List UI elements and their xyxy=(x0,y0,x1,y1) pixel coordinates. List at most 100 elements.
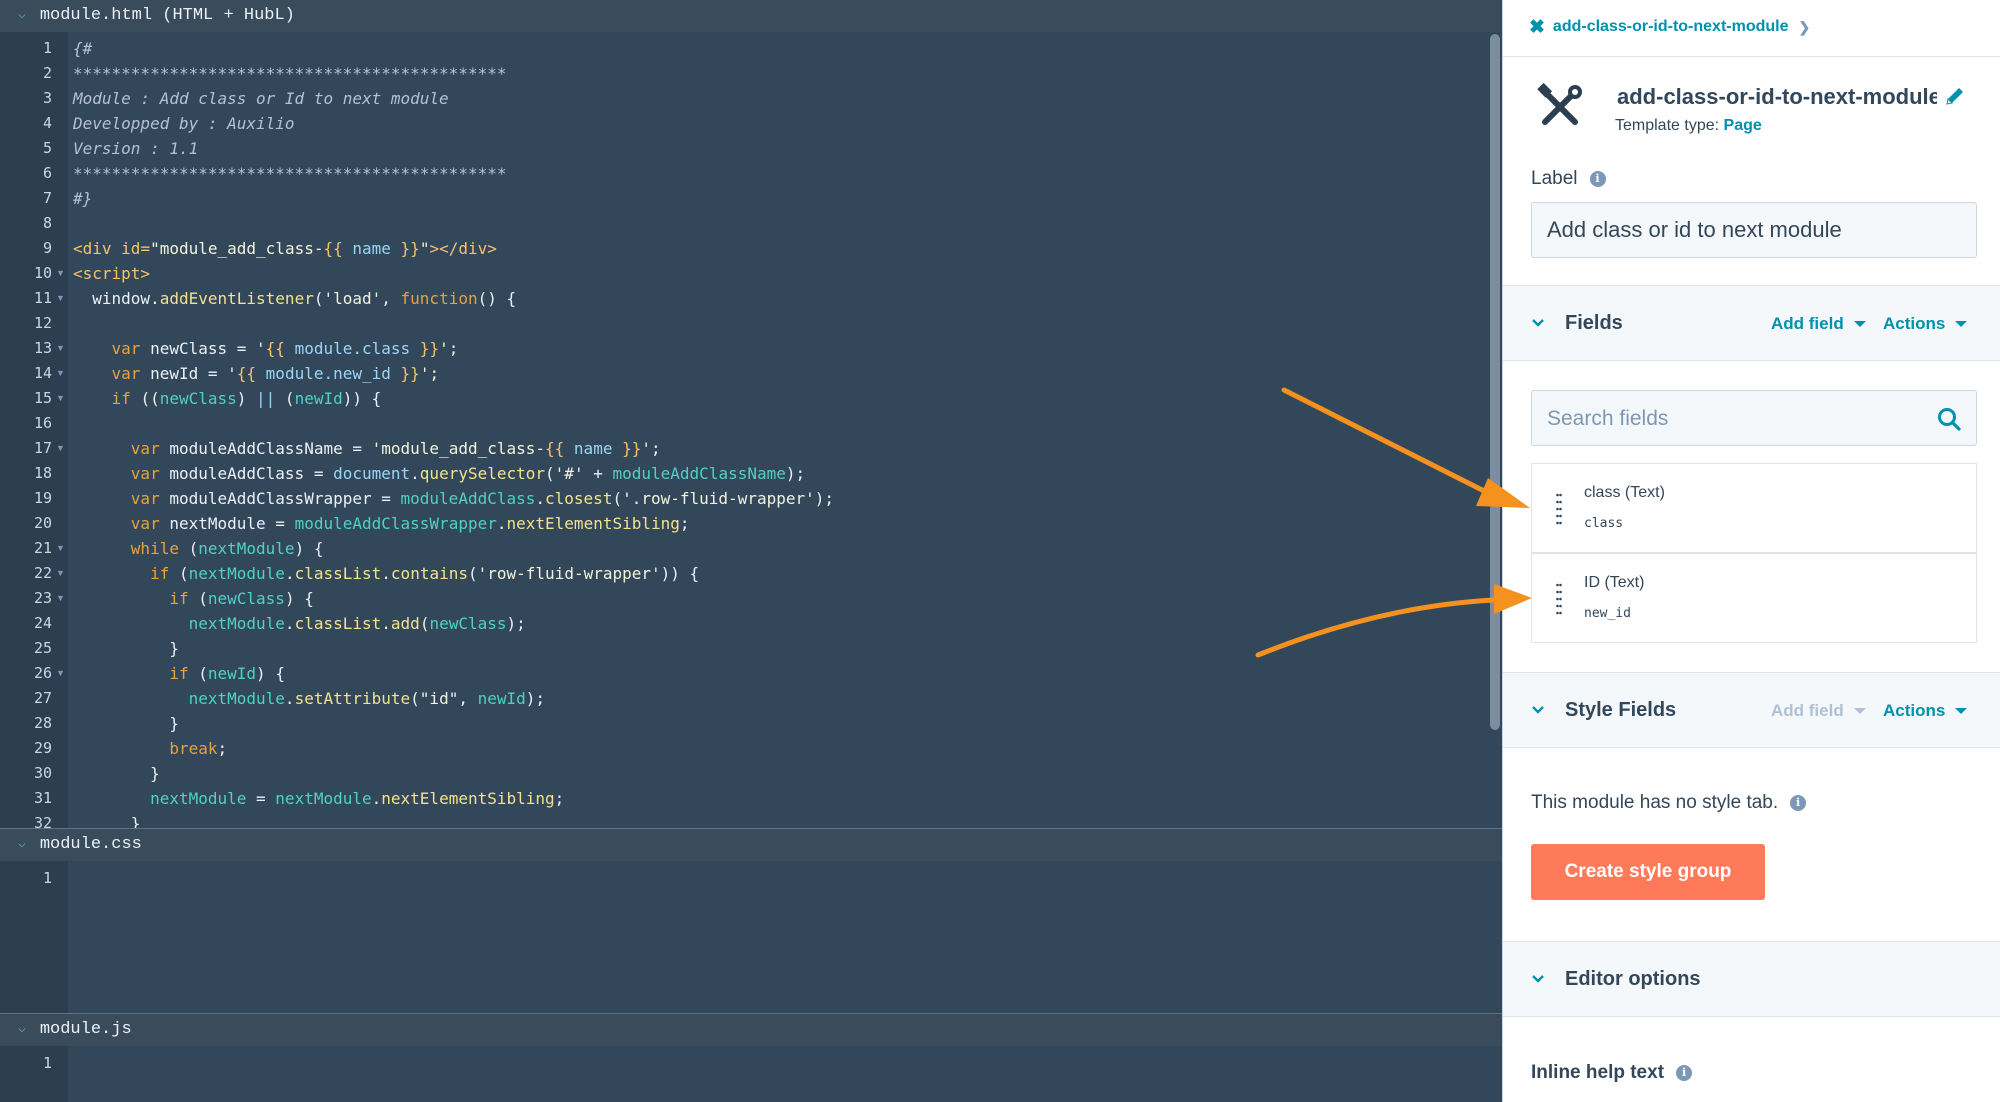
code-line[interactable]: ****************************************… xyxy=(73,61,506,86)
code-line[interactable]: Version : 1.1 xyxy=(73,136,198,161)
code-line[interactable]: var moduleAddClass = document.querySelec… xyxy=(73,461,805,486)
code-token: var xyxy=(73,489,170,508)
html-pane-header[interactable]: ⌵ module.html (HTML + HubL) xyxy=(0,0,1502,32)
code-token: '.row-fluid-wrapper' xyxy=(622,489,815,508)
code-token: "module_add_class- xyxy=(150,239,324,258)
chevron-down-icon[interactable] xyxy=(1531,703,1545,717)
chevron-down-icon[interactable] xyxy=(1531,972,1545,986)
drag-handle-icon[interactable] xyxy=(1556,492,1562,526)
search-icon[interactable] xyxy=(1936,406,1962,432)
chevron-down-icon[interactable] xyxy=(1531,316,1545,330)
line-number: 23 xyxy=(33,589,52,607)
field-item-id[interactable]: ID (Text) new_id xyxy=(1531,553,1977,643)
create-style-group-button[interactable]: Create style group xyxy=(1531,844,1765,900)
code-token: nextModule xyxy=(73,614,285,633)
code-line[interactable]: var newClass = '{{ module.class }}'; xyxy=(73,336,459,361)
code-line[interactable]: <script> xyxy=(73,261,150,286)
code-line[interactable]: } xyxy=(73,811,141,828)
fields-section-header[interactable]: Fields Add field Actions xyxy=(1503,285,2000,361)
editor-options-section-header[interactable]: Editor options xyxy=(1503,941,2000,1017)
code-token: '; xyxy=(641,439,661,458)
code-token: newId xyxy=(207,664,257,683)
css-pane-header[interactable]: ⌵ module.css xyxy=(0,829,1502,861)
code-line[interactable]: var newId = '{{ module.new_id }}'; xyxy=(73,361,440,386)
js-code-area[interactable] xyxy=(68,1046,1502,1102)
code-line[interactable]: while (nextModule) { xyxy=(73,536,324,561)
line-number: 3 xyxy=(42,89,52,107)
code-token: . xyxy=(284,614,295,633)
code-line[interactable]: if (nextModule.classList.contains('row-f… xyxy=(73,561,699,586)
code-line[interactable]: nextModule.classList.add(newClass); xyxy=(73,611,526,636)
code-line[interactable]: Module : Add class or Id to next module xyxy=(73,86,449,111)
info-icon[interactable]: i xyxy=(1589,171,1606,187)
fold-toggle-icon[interactable]: ▼ xyxy=(56,436,65,461)
line-number: 19 xyxy=(33,489,52,507)
code-line[interactable]: Developped by : Auxilio xyxy=(73,111,295,136)
fold-toggle-icon[interactable]: ▼ xyxy=(56,386,65,411)
code-token: ( xyxy=(467,564,478,583)
fold-toggle-icon[interactable]: ▼ xyxy=(56,536,65,561)
code-line[interactable]: } xyxy=(73,761,160,786)
template-type-value[interactable]: Page xyxy=(1724,117,1762,134)
breadcrumb[interactable]: ✖ add-class-or-id-to-next-module ❯ xyxy=(1529,14,1810,40)
code-token: } xyxy=(73,764,160,783)
code-token: nextModule xyxy=(198,539,295,558)
code-token: ) { xyxy=(284,589,314,608)
line-number: 32 xyxy=(33,814,52,828)
code-line[interactable]: #} xyxy=(73,186,92,211)
code-line[interactable]: if (newId) { xyxy=(73,661,285,686)
code-line[interactable]: ****************************************… xyxy=(73,161,506,186)
code-line[interactable]: if ((newClass) || (newId)) { xyxy=(73,386,382,411)
code-token: ) { xyxy=(294,539,324,558)
code-token: '; xyxy=(439,339,459,358)
search-fields-input[interactable]: Search fields xyxy=(1531,390,1977,446)
code-line[interactable]: break; xyxy=(73,736,227,761)
fold-toggle-icon[interactable]: ▼ xyxy=(56,336,65,361)
chevron-down-icon[interactable]: ⌵ xyxy=(18,829,26,860)
info-icon[interactable]: i xyxy=(1790,795,1807,811)
drag-handle-icon[interactable] xyxy=(1556,582,1562,616)
info-icon[interactable]: i xyxy=(1676,1065,1693,1081)
fold-toggle-icon[interactable]: ▼ xyxy=(56,586,65,611)
style-actions-dropdown[interactable]: Actions xyxy=(1883,701,1968,721)
add-style-field-dropdown[interactable]: Add field xyxy=(1771,701,1866,721)
fold-toggle-icon[interactable]: ▼ xyxy=(56,661,65,686)
code-line[interactable]: nextModule.setAttribute("id", newId); xyxy=(73,686,545,711)
chevron-down-icon[interactable]: ⌵ xyxy=(18,0,26,31)
code-token: . xyxy=(381,564,391,583)
fold-toggle-icon[interactable]: ▼ xyxy=(56,561,65,586)
fold-toggle-icon[interactable]: ▼ xyxy=(56,361,65,386)
actions-dropdown[interactable]: Actions xyxy=(1883,314,1968,334)
style-fields-section-header[interactable]: Style Fields Add field Actions xyxy=(1503,672,2000,748)
breadcrumb-label[interactable]: add-class-or-id-to-next-module xyxy=(1553,18,1789,36)
add-field-dropdown[interactable]: Add field xyxy=(1771,314,1866,334)
js-pane-header[interactable]: ⌵ module.js xyxy=(0,1014,1502,1046)
edit-pencil-icon[interactable] xyxy=(1943,84,1967,108)
code-line[interactable]: var nextModule = moduleAddClassWrapper.n… xyxy=(73,511,690,536)
code-token: ( xyxy=(410,689,420,708)
code-token: var xyxy=(73,464,170,483)
code-line[interactable]: var moduleAddClassWrapper = moduleAddCla… xyxy=(73,486,834,511)
add-field-label: Add field xyxy=(1771,701,1844,720)
code-line[interactable]: <div id="module_add_class-{{ name }}"></… xyxy=(73,236,497,261)
line-number: 31 xyxy=(33,789,52,807)
code-token: 'module_add_class- xyxy=(371,439,546,458)
editor-scrollbar-thumb[interactable] xyxy=(1490,34,1500,730)
fold-toggle-icon[interactable]: ▼ xyxy=(56,261,65,286)
code-token: (( xyxy=(140,389,160,408)
field-item-class[interactable]: class (Text) class xyxy=(1531,463,1977,553)
css-code-area[interactable] xyxy=(68,861,1502,1013)
code-line[interactable]: } xyxy=(73,636,179,661)
code-line[interactable]: } xyxy=(73,711,179,736)
code-token: || xyxy=(256,389,276,408)
label-input[interactable]: Add class or id to next module xyxy=(1531,202,1977,258)
code-line[interactable]: window.addEventListener('load', function… xyxy=(73,286,516,311)
line-number: 1 xyxy=(42,1054,52,1072)
code-line[interactable]: if (newClass) { xyxy=(73,586,314,611)
code-line[interactable]: var moduleAddClassName = 'module_add_cla… xyxy=(73,436,661,461)
line-number: 9 xyxy=(42,239,52,257)
fold-toggle-icon[interactable]: ▼ xyxy=(56,286,65,311)
chevron-down-icon[interactable]: ⌵ xyxy=(18,1014,26,1045)
code-line[interactable]: nextModule = nextModule.nextElementSibli… xyxy=(73,786,564,811)
code-line[interactable]: {# xyxy=(73,36,92,61)
